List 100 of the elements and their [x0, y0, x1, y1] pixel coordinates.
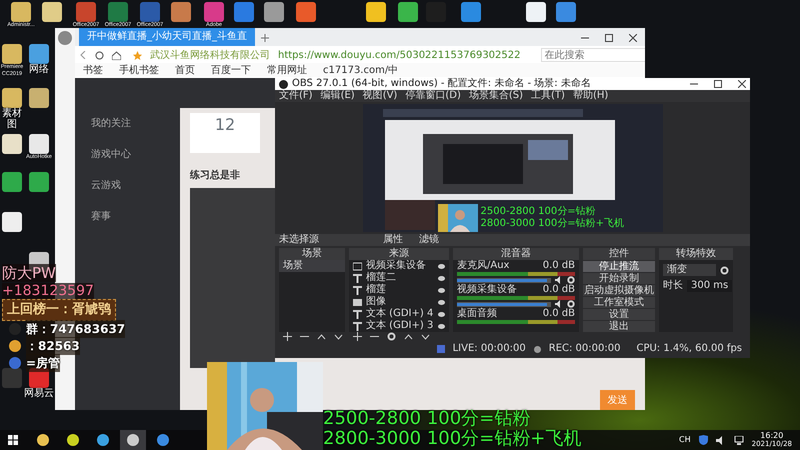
- menu-item[interactable]: 视图(V): [362, 90, 398, 102]
- text-icon: [353, 310, 362, 318]
- page-headline: 练习总是非: [190, 168, 240, 183]
- preview-caption: 2500-2800 100分=钻粉: [480, 206, 597, 218]
- add-icon[interactable]: [283, 332, 292, 341]
- taskbar-app[interactable]: [120, 430, 146, 450]
- source-item[interactable]: 榴莲: [366, 284, 386, 296]
- source-status-label: 未选择源: [279, 234, 319, 246]
- maximize-icon[interactable]: [714, 80, 722, 88]
- filters-button[interactable]: 滤镜: [419, 234, 439, 246]
- db-reading: 0.0 dB: [542, 284, 575, 296]
- bookmark-link[interactable]: 手机书签: [119, 62, 159, 78]
- obs-icon: [279, 80, 288, 88]
- live-timer: LIVE: 00:00:00: [452, 343, 526, 355]
- camera-icon: [353, 262, 362, 270]
- db-reading: 0.0 dB: [542, 308, 575, 320]
- bookmark-link[interactable]: 首页: [175, 62, 195, 78]
- sidebar-item[interactable]: 我的关注: [91, 116, 180, 131]
- volume-slider[interactable]: [457, 302, 551, 306]
- bookmark-link[interactable]: c17173.com/中: [323, 62, 398, 78]
- rec-timer: REC: 00:00:00: [548, 343, 620, 355]
- close-icon[interactable]: [738, 80, 746, 88]
- settings-icon[interactable]: [720, 266, 729, 274]
- star-icon: [133, 50, 142, 60]
- text-icon: [353, 274, 362, 282]
- overlay-badge: 上回榜一：胥虓鸮: [2, 299, 116, 320]
- control-button[interactable]: 退出: [583, 320, 655, 332]
- menu-item[interactable]: 场景集合(S): [468, 90, 524, 102]
- clock-time[interactable]: 16:20: [760, 431, 784, 440]
- bookmark-link[interactable]: 百度一下: [211, 62, 251, 78]
- panel-header: 转场特效: [659, 248, 733, 260]
- control-button[interactable]: 工作室模式: [583, 296, 655, 308]
- text-icon: [353, 322, 362, 330]
- down-icon[interactable]: [334, 332, 343, 341]
- maximize-icon[interactable]: [605, 34, 613, 42]
- bookmark-link[interactable]: 书签: [83, 62, 103, 78]
- icon-label: 网络: [29, 64, 49, 75]
- shield-icon[interactable]: [698, 435, 708, 445]
- properties-button[interactable]: 属性: [383, 234, 403, 246]
- refresh-icon[interactable]: [95, 50, 104, 60]
- search-field[interactable]: 在此搜索: [540, 48, 645, 62]
- settings-icon[interactable]: [567, 276, 575, 284]
- settings-icon[interactable]: [387, 332, 396, 341]
- site-owner-label: 武汉斗鱼网络科技有限公司: [150, 48, 270, 62]
- source-item[interactable]: 文本 (GDI+) 3: [366, 320, 434, 332]
- source-item[interactable]: 图像: [366, 296, 386, 308]
- preview-caption: 2800-3000 100分=钻粉+飞机: [480, 218, 624, 230]
- source-item[interactable]: 文本 (GDI+) 4: [366, 308, 434, 320]
- menu-item[interactable]: 帮助(H): [572, 90, 608, 102]
- badge-icon: [8, 322, 22, 336]
- duration-field[interactable]: 300 ms: [687, 280, 732, 292]
- up-icon[interactable]: [317, 332, 326, 341]
- settings-icon[interactable]: [567, 300, 575, 308]
- add-icon[interactable]: [353, 332, 362, 341]
- down-icon[interactable]: [421, 332, 430, 341]
- follow-count: 12: [214, 114, 236, 136]
- channel-name: 麦克风/Aux: [457, 260, 510, 272]
- channel-name: 视频采集设备: [457, 284, 517, 296]
- menu-item[interactable]: 编辑(E): [320, 90, 355, 102]
- transition-select[interactable]: 渐变: [663, 264, 716, 276]
- scene-item[interactable]: 场景: [279, 260, 345, 272]
- menu-item[interactable]: 工具(T): [531, 90, 565, 102]
- menu-item[interactable]: 停靠窗口(D): [405, 90, 461, 102]
- overlay-text: 群：747683637: [26, 320, 126, 338]
- home-icon[interactable]: [112, 50, 121, 60]
- text-icon: [353, 286, 362, 294]
- cpu-status: CPU: 1.4%, 60.00 fps: [636, 343, 742, 355]
- network-icon[interactable]: [734, 436, 744, 444]
- language-indicator[interactable]: CH: [679, 434, 691, 446]
- control-button[interactable]: 设置: [583, 308, 655, 320]
- sidebar-item[interactable]: 赛事: [91, 209, 180, 224]
- close-icon[interactable]: [629, 34, 637, 42]
- avatar-icon: [58, 31, 72, 45]
- sidebar-item[interactable]: 游戏中心: [91, 147, 180, 162]
- source-item[interactable]: 视频采集设备: [366, 260, 426, 272]
- source-item[interactable]: 榴莲二: [366, 272, 396, 284]
- url-text: https://www.douyu.com/5030221153769302522: [278, 48, 520, 62]
- control-button[interactable]: 停止推流: [583, 260, 655, 272]
- start-icon[interactable]: [8, 435, 18, 445]
- menu-item[interactable]: 文件(F): [279, 90, 313, 102]
- sidebar-item[interactable]: 云游戏: [91, 178, 180, 193]
- icon-label: 素材图: [1, 108, 23, 130]
- caption-text: 2800-3000 100分=钻粉+飞机: [323, 429, 582, 449]
- badge-icon: [8, 356, 22, 370]
- new-tab-icon[interactable]: [261, 34, 269, 42]
- overlay-text: =房管: [26, 354, 60, 372]
- panel-header: 控件: [583, 248, 655, 260]
- panel-header: 场景: [279, 248, 345, 260]
- back-icon[interactable]: [79, 51, 87, 59]
- image-icon: [353, 298, 362, 306]
- bookmark-link[interactable]: 常用网址: [267, 62, 307, 78]
- overlay-text: ：82563: [26, 337, 80, 355]
- record-icon: [534, 346, 541, 352]
- up-icon[interactable]: [404, 332, 413, 341]
- live-icon: [436, 345, 445, 353]
- volume-slider[interactable]: [457, 278, 551, 282]
- control-button[interactable]: 启动虚拟摄像机: [583, 284, 655, 296]
- badge-icon: [8, 339, 22, 353]
- icon-label: 网易云: [24, 388, 54, 399]
- control-button[interactable]: 开始录制: [583, 272, 655, 284]
